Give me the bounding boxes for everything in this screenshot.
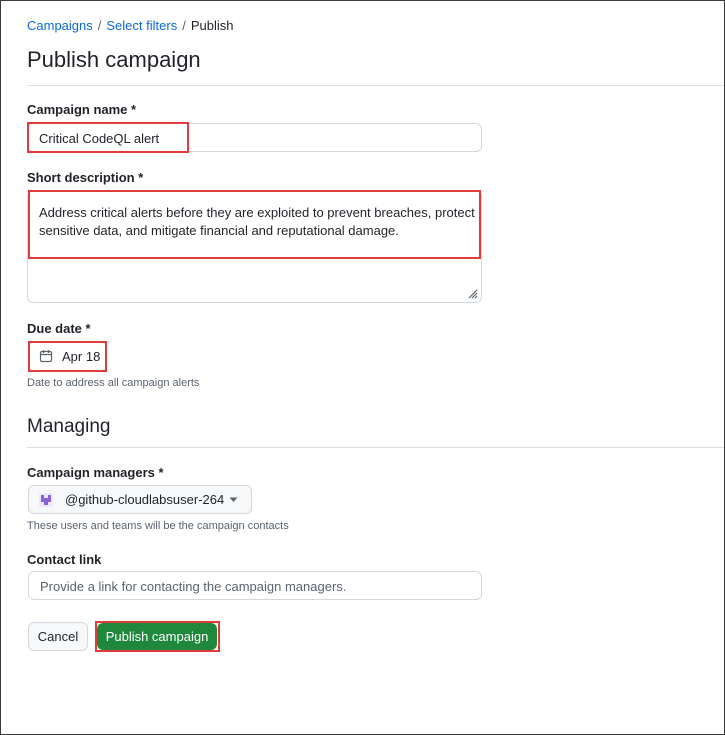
title-divider — [27, 85, 724, 86]
contact-link-label: Contact link — [27, 552, 102, 567]
short-description-line-2: sensitive data, and mitigate financial a… — [39, 223, 399, 238]
due-date-button[interactable]: Apr 18 — [28, 341, 107, 371]
campaign-name-label: Campaign name * — [27, 102, 137, 117]
managing-heading: Managing — [27, 416, 111, 437]
due-date-hint: Date to address all campaign alerts — [27, 377, 200, 389]
contact-link-input[interactable]: Provide a link for contacting the campai… — [28, 571, 482, 600]
due-date-label: Due date * — [27, 321, 91, 336]
campaign-managers-label: Campaign managers * — [27, 465, 164, 480]
avatar — [39, 492, 53, 507]
campaign-name-input[interactable]: Critical CodeQL alert — [27, 123, 482, 152]
short-description-line-1: Address critical alerts before they are … — [39, 205, 475, 220]
campaign-name-value: Critical CodeQL alert — [39, 131, 160, 146]
breadcrumb: Campaigns / Select filters / Publish — [27, 18, 233, 33]
campaign-managers-select[interactable]: @github-cloudlabsuser-264 — [28, 485, 252, 514]
breadcrumb-select-filters-link[interactable]: Select filters — [106, 18, 177, 33]
breadcrumb-separator: / — [182, 18, 186, 33]
breadcrumb-current: Publish — [190, 18, 234, 33]
page-title: Publish campaign — [27, 47, 201, 72]
breadcrumb-campaigns-link[interactable]: Campaigns — [27, 18, 93, 33]
publish-campaign-button[interactable]: Publish campaign — [97, 623, 217, 650]
calendar-icon — [39, 350, 53, 363]
breadcrumb-separator: / — [97, 18, 102, 33]
campaign-manager-value: @github-cloudlabsuser-264 — [65, 492, 225, 507]
managing-divider — [27, 447, 724, 448]
contact-link-placeholder: Provide a link for contacting the campai… — [40, 579, 347, 594]
short-description-label: Short description * — [27, 170, 144, 185]
cancel-button[interactable]: Cancel — [28, 622, 88, 651]
resize-handle-icon[interactable] — [466, 287, 478, 299]
caret-down-icon — [229, 497, 238, 502]
campaign-managers-hint: These users and teams will be the campai… — [27, 520, 289, 532]
short-description-textarea[interactable]: Address critical alerts before they are … — [27, 190, 482, 303]
due-date-value: Apr 18 — [62, 348, 101, 364]
